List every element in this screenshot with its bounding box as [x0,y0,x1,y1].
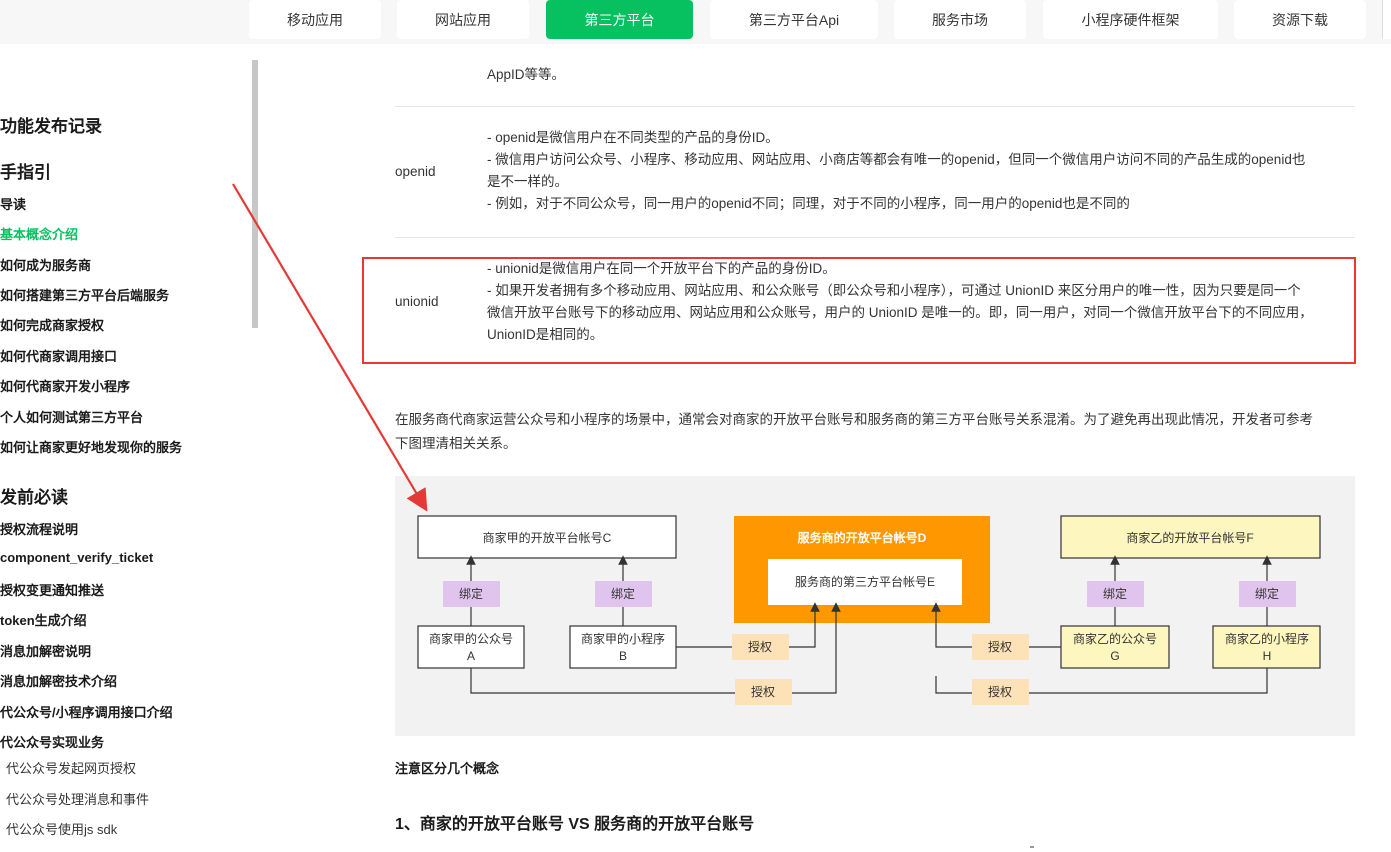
label-h-line1: 商家乙的小程序 [1225,631,1309,646]
bind-label: 绑定 [1255,586,1279,601]
label-account-f: 商家乙的开放平台帐号F [1126,530,1253,545]
paragraph-line: 下图理清相关关系。 [395,436,517,451]
sidebar-heading-release-notes[interactable]: 功能发布记录 [0,112,102,137]
account-relationship-diagram: 商家甲的开放平台帐号C 服务商的开放平台帐号D 服务商的第三方平台帐号E 商家乙… [395,476,1355,736]
sidebar-item-auth-flow[interactable]: 授权流程说明 [0,519,78,538]
tab-mobile-app[interactable]: 移动应用 [249,0,381,39]
desc-line: 是不一样的。 [487,174,568,189]
desc-line: - 例如，对于不同公众号，同一用户的openid不同；同理，对于不同的小程序，同… [487,196,1130,211]
stray-mark [1030,846,1034,848]
label-h-line2: H [1263,649,1272,663]
label-g-line1: 商家乙的公众号 [1073,631,1157,646]
sidebar-heading-guide[interactable]: 手指引 [0,158,51,183]
tab-resource-download[interactable]: 资源下载 [1234,0,1366,39]
label-g-line2: G [1110,649,1119,663]
sidebar-item-personal-test[interactable]: 个人如何测试第三方平台 [0,407,143,426]
diagram-canvas: 商家甲的开放平台帐号C 服务商的开放平台帐号D 服务商的第三方平台帐号E 商家乙… [417,515,1321,705]
sidebar-heading-must-read[interactable]: 发前必读 [0,483,68,508]
label-b-line1: 商家甲的小程序 [581,631,665,646]
sidebar-item-encryption[interactable]: 消息加解密说明 [0,641,91,660]
auth-label: 授权 [988,639,1012,654]
sidebar-item-intro[interactable]: 导读 [0,194,26,213]
tab-third-party-api[interactable]: 第三方平台Api [710,0,878,39]
top-nav: 移动应用 网站应用 第三方平台 第三方平台Api 服务市场 小程序硬件框架 资源… [0,0,1391,44]
tab-hardware-framework[interactable]: 小程序硬件框架 [1043,0,1218,39]
sidebar-scrollbar[interactable] [252,60,258,328]
sidebar-item-verify-ticket[interactable]: component_verify_ticket [0,550,153,565]
sidebar-subitem-web-auth[interactable]: 代公众号发起网页授权 [6,758,136,777]
sidebar-item-auth-change[interactable]: 授权变更通知推送 [0,580,104,599]
label-b-line2: B [619,649,627,663]
label-a-line1: 商家甲的公众号 [429,631,513,646]
sidebar-item-discover-service[interactable]: 如何让商家更好地发现你的服务 [0,437,182,456]
bind-label: 绑定 [1103,586,1127,601]
table-partial-text: AppID等等。 [487,67,566,82]
tab-website-app[interactable]: 网站应用 [397,0,529,39]
auth-label: 授权 [751,684,775,699]
sidebar-item-build-backend[interactable]: 如何搭建第三方平台后端服务 [0,285,169,304]
paragraph-line: 在服务商代商家运营公众号和小程序的场景中，通常会对商家的开放平台账号和服务商的第… [395,412,1313,427]
sidebar-item-basic-concepts[interactable]: 基本概念介绍 [0,224,78,243]
tab-third-party-platform[interactable]: 第三方平台 [546,0,693,39]
bind-label: 绑定 [611,586,635,601]
sidebar-item-merchant-auth[interactable]: 如何完成商家授权 [0,315,104,334]
sidebar-item-encryption-tech[interactable]: 消息加解密技术介绍 [0,671,117,690]
table-divider [395,237,1355,238]
label-account-c: 商家甲的开放平台帐号C [483,530,612,545]
table-divider [395,106,1355,107]
tab-service-market[interactable]: 服务市场 [894,0,1026,39]
topbar-edge [1382,0,1391,39]
desc-line: - 微信用户访问公众号、小程序、移动应用、网站应用、小商店等都会有唯一的open… [487,152,1306,167]
sidebar-item-proxy-api[interactable]: 代公众号/小程序调用接口介绍 [0,702,173,721]
annotation-highlight-box [362,257,1356,364]
intro-paragraph: 在服务商代商家运营公众号和小程序的场景中，通常会对商家的开放平台账号和服务商的第… [395,408,1355,456]
auth-label: 授权 [748,639,772,654]
section-heading: 1、商家的开放平台账号 VS 服务商的开放平台账号 [395,816,755,833]
bind-label: 绑定 [459,586,483,601]
note-text: 注意区分几个概念 [395,761,500,776]
label-account-d: 服务商的开放平台帐号D [798,530,927,545]
label-a-line2: A [467,649,475,663]
table-term-openid: openid [395,164,436,179]
sidebar-item-develop-miniprogram[interactable]: 如何代商家开发小程序 [0,376,130,395]
sidebar-subitem-messages[interactable]: 代公众号处理消息和事件 [6,789,149,808]
sidebar-item-become-provider[interactable]: 如何成为服务商 [0,255,91,274]
sidebar-item-token[interactable]: token生成介绍 [0,610,87,629]
sidebar-item-proxy-business[interactable]: 代公众号实现业务 [0,732,104,751]
table-desc-openid: - openid是微信用户在不同类型的产品的身份ID。 - 微信用户访问公众号、… [487,127,1357,215]
sidebar: 功能发布记录 手指引 导读 基本概念介绍 如何成为服务商 如何搭建第三方平台后端… [0,60,258,852]
sidebar-subitem-jssdk[interactable]: 代公众号使用js sdk [6,819,117,838]
label-platform-e: 服务商的第三方平台帐号E [795,574,935,589]
auth-label: 授权 [988,684,1012,699]
desc-line: - openid是微信用户在不同类型的产品的身份ID。 [487,130,779,145]
sidebar-item-call-api[interactable]: 如何代商家调用接口 [0,346,117,365]
